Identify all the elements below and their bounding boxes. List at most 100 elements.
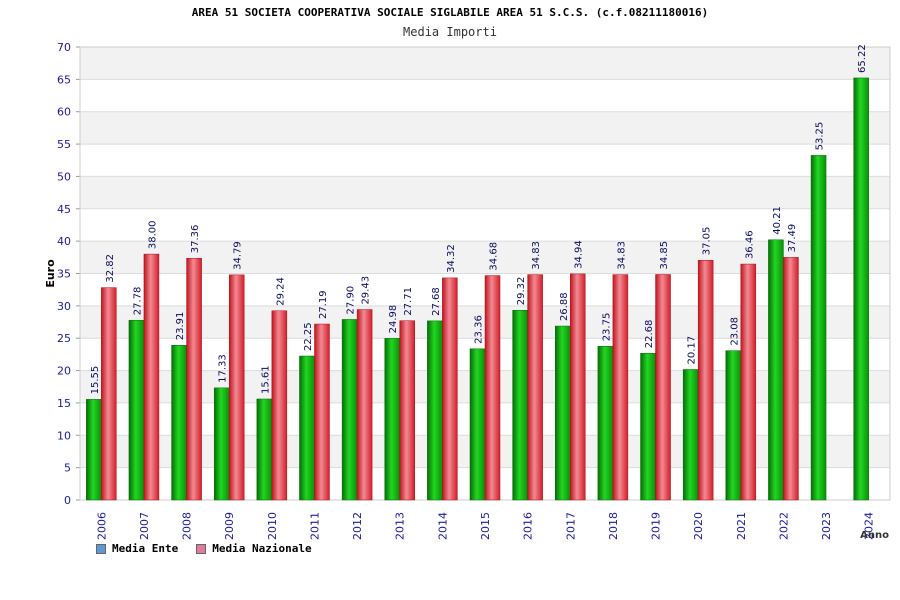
data-label: 53.25 (815, 122, 826, 151)
bar-media-nazionale (314, 323, 330, 501)
data-label: 26.88 (559, 292, 570, 321)
data-label: 65.22 (857, 44, 868, 73)
legend-swatch-media-ente (96, 543, 106, 554)
legend-item-media-ente: Media Ente (96, 542, 178, 555)
grid-band (80, 208, 890, 242)
bar-media-ente (341, 319, 358, 501)
bar-media-nazionale (271, 310, 288, 501)
data-label: 15.55 (90, 366, 101, 395)
bar-media-ente (469, 348, 486, 501)
bar-media-ente (171, 345, 187, 501)
bar-media-nazionale (527, 274, 543, 501)
data-label: 29.32 (516, 277, 527, 306)
data-label: 22.25 (303, 322, 314, 351)
legend-item-media-nazionale: Media Nazionale (196, 542, 312, 555)
data-label: 24.98 (388, 305, 399, 334)
grid-band (80, 47, 890, 80)
x-axis-label: Anno (860, 530, 889, 541)
y-tick-label: 0 (64, 494, 71, 507)
bar-media-nazionale (484, 275, 501, 501)
data-label: 34.83 (531, 241, 542, 270)
x-tick-label: 2018 (607, 512, 620, 540)
bar-media-nazionale (570, 273, 586, 501)
y-tick-label: 60 (57, 106, 71, 119)
legend-swatch-media-nazionale (196, 543, 207, 554)
bar-media-nazionale (186, 257, 202, 501)
x-tick-label: 2015 (479, 512, 492, 540)
x-tick-label: 2011 (308, 512, 321, 540)
data-label: 34.94 (574, 240, 585, 269)
legend-label-media-ente: Media Ente (112, 542, 179, 555)
data-label: 23.75 (601, 313, 612, 342)
bar-media-ente (299, 355, 315, 501)
grid-band (80, 144, 890, 177)
y-axis-label: Euro (44, 259, 57, 288)
y-tick-label: 55 (57, 138, 71, 151)
y-tick-label: 15 (57, 397, 71, 410)
x-tick-label: 2006 (95, 512, 108, 540)
bar-media-ente (213, 387, 230, 501)
y-tick-label: 35 (57, 268, 71, 281)
data-label: 23.08 (729, 317, 740, 346)
data-label: 27.78 (132, 287, 143, 316)
bar-media-ente (682, 369, 699, 501)
data-label: 34.32 (446, 244, 457, 273)
y-tick-label: 45 (57, 203, 71, 216)
bar-media-ente (853, 77, 869, 501)
data-label: 40.21 (772, 206, 783, 235)
bar-media-ente (640, 352, 656, 501)
data-label: 27.68 (431, 287, 442, 316)
data-label: 23.36 (474, 315, 485, 344)
bar-media-ente (597, 346, 614, 501)
data-label: 36.46 (744, 230, 755, 259)
y-tick-label: 30 (57, 300, 71, 313)
bar-media-nazionale (612, 274, 629, 501)
x-tick-label: 2012 (351, 512, 364, 540)
x-tick-label: 2022 (777, 512, 790, 540)
bar-media-nazionale (442, 277, 458, 501)
y-tick-label: 65 (57, 73, 71, 86)
bar-media-ente (384, 338, 400, 501)
x-tick-label: 2007 (138, 512, 151, 540)
x-tick-label: 2021 (735, 512, 748, 540)
x-tick-label: 2010 (266, 512, 279, 540)
chart: AREA 51 SOCIETA COOPERATIVA SOCIALE SIGL… (0, 0, 900, 600)
data-label: 34.68 (489, 242, 500, 271)
data-label: 27.71 (403, 287, 414, 316)
bar-media-ente (768, 239, 784, 501)
data-label: 29.43 (361, 276, 372, 305)
bar-media-nazionale (655, 274, 671, 501)
bar-media-ente (810, 155, 827, 501)
legend: Media Ente Media Nazionale (96, 542, 312, 555)
data-label: 38.00 (147, 220, 158, 249)
bar-media-nazionale (228, 274, 245, 501)
data-label: 37.36 (190, 225, 201, 254)
grid-band (80, 176, 890, 209)
x-tick-label: 2016 (522, 512, 535, 540)
data-label: 23.91 (175, 312, 186, 341)
bar-media-ente (555, 325, 571, 501)
data-label: 27.90 (346, 286, 357, 315)
legend-label-media-nazionale: Media Nazionale (212, 542, 312, 555)
x-tick-label: 2017 (564, 512, 577, 540)
data-label: 27.19 (318, 290, 329, 319)
bar-media-nazionale (399, 320, 415, 501)
data-label: 37.05 (702, 227, 713, 256)
data-label: 15.61 (260, 365, 271, 394)
bar-media-nazionale (143, 253, 160, 501)
data-label: 22.68 (644, 320, 655, 349)
data-label: 34.83 (616, 241, 627, 270)
bar-media-ente (256, 398, 273, 501)
grid-band (80, 79, 890, 112)
y-tick-label: 5 (64, 462, 71, 475)
data-label: 34.85 (659, 241, 670, 270)
bar-media-nazionale (356, 309, 373, 501)
x-tick-label: 2009 (223, 512, 236, 540)
bar-media-nazionale (740, 263, 757, 501)
y-tick-label: 20 (57, 365, 71, 378)
plot-area: 0 5 10 15 20 25 30 35 40 45 50 55 60 65 70 15.55 32.82 20… (44, 41, 891, 541)
data-label: 32.82 (105, 254, 116, 283)
bar-media-ente (86, 399, 102, 501)
bar-media-ente (128, 319, 145, 501)
data-label: 17.33 (218, 354, 229, 383)
